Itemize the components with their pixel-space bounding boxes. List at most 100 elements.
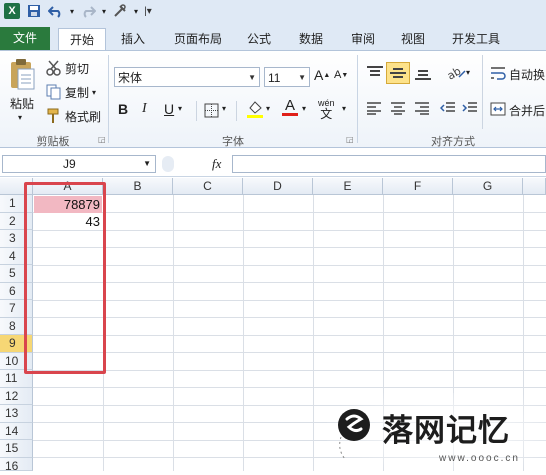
underline-dropdown-icon[interactable]: ▾: [178, 104, 182, 113]
tab-home[interactable]: 开始: [58, 28, 106, 51]
tab-data[interactable]: 数据: [288, 28, 334, 50]
tab-file[interactable]: 文件: [0, 27, 50, 50]
align-left-icon[interactable]: [366, 101, 382, 115]
row-header-15[interactable]: 15: [0, 440, 33, 458]
watermark: 落网记忆 www.oooc.cn: [327, 393, 546, 471]
group-separator: [357, 55, 358, 143]
watermark-site: www.oooc.cn: [439, 453, 520, 464]
fill-color-dropdown-icon[interactable]: ▾: [266, 104, 270, 113]
column-header-g[interactable]: G: [453, 178, 523, 195]
font-color-letter: A: [284, 97, 295, 114]
align-middle-icon[interactable]: [386, 62, 410, 84]
merge-center-button[interactable]: 合并后: [490, 101, 545, 120]
group-separator: [108, 55, 109, 143]
formula-input[interactable]: [232, 155, 546, 173]
paste-dropdown-icon[interactable]: ▾: [18, 113, 22, 122]
borders-dropdown-icon[interactable]: ▾: [222, 104, 226, 113]
save-icon[interactable]: [26, 3, 42, 19]
font-name-select[interactable]: 宋体 ▼: [114, 67, 260, 87]
phonetic-button[interactable]: wén 文: [318, 99, 335, 121]
excel-logo-icon: X: [4, 3, 20, 19]
bold-button[interactable]: B: [118, 101, 128, 117]
align-center-icon[interactable]: [390, 101, 406, 115]
borders-icon[interactable]: [204, 103, 219, 118]
align-bottom-icon[interactable]: [414, 65, 432, 81]
orientation-icon[interactable]: ab: [446, 63, 466, 81]
name-box-dropdown-icon[interactable]: ▼: [143, 156, 151, 172]
font-color-dropdown-icon[interactable]: ▾: [302, 104, 306, 113]
align-right-icon[interactable]: [414, 101, 430, 115]
row-header-14[interactable]: 14: [0, 422, 33, 440]
tab-review[interactable]: 审阅: [340, 28, 386, 50]
undo-dropdown-icon[interactable]: ▾: [64, 3, 80, 19]
column-header-b[interactable]: B: [103, 178, 173, 195]
column-header-e[interactable]: E: [313, 178, 383, 195]
copy-button[interactable]: 复制 ▾: [46, 83, 96, 101]
grid-line: [173, 195, 174, 471]
increase-indent-icon[interactable]: [462, 101, 478, 115]
font-name-dropdown-icon[interactable]: ▼: [248, 68, 256, 88]
column-header-d[interactable]: D: [243, 178, 313, 195]
grid-line: [33, 282, 546, 283]
grid-line: [33, 369, 546, 371]
fill-color-icon[interactable]: [246, 99, 264, 119]
formula-bar-splitter[interactable]: [162, 156, 174, 172]
undo-icon[interactable]: [48, 3, 64, 19]
font-size-dropdown-icon[interactable]: ▼: [298, 68, 306, 88]
underline-button[interactable]: U: [164, 101, 174, 117]
font-group-label: 字体: [222, 136, 244, 148]
name-box[interactable]: J9 ▼: [2, 155, 156, 173]
merge-center-icon: [490, 101, 506, 120]
divider: [236, 101, 237, 121]
merge-center-label: 合并后: [509, 104, 546, 118]
customize-qat-icon[interactable]: |▾: [140, 3, 156, 19]
copy-dropdown-icon[interactable]: ▾: [92, 88, 96, 97]
phonetic-dropdown-icon[interactable]: ▾: [342, 104, 346, 113]
wrap-text-button[interactable]: 自动换: [490, 65, 545, 84]
column-header-h[interactable]: [523, 178, 546, 195]
row-header-16[interactable]: 16: [0, 457, 33, 473]
format-painter-label: 格式刷: [65, 109, 102, 124]
phonetic-char-icon: 文: [320, 107, 333, 121]
grid-line: [33, 334, 546, 336]
wrap-text-icon: [490, 65, 506, 84]
grid-line: [33, 212, 546, 213]
format-painter-button[interactable]: 格式刷: [46, 107, 101, 125]
font-color-button[interactable]: A: [282, 98, 298, 116]
cut-button[interactable]: 剪切: [46, 59, 89, 77]
paste-button-label[interactable]: 粘贴: [10, 95, 38, 111]
tab-formulas[interactable]: 公式: [236, 28, 282, 50]
row-header-12[interactable]: 12: [0, 387, 33, 405]
clipboard-launcher-icon[interactable]: ◲: [98, 135, 106, 144]
redo-icon[interactable]: [80, 3, 96, 19]
font-launcher-icon[interactable]: ◲: [346, 135, 354, 144]
tab-view[interactable]: 视图: [390, 28, 436, 50]
quick-access-toolbar: X ▾ ▾ ▾ |▾: [0, 0, 546, 25]
font-size-select[interactable]: 11 ▼: [264, 67, 310, 87]
font-name-value: 宋体: [118, 71, 143, 85]
orientation-dropdown-icon[interactable]: ▾: [466, 68, 470, 77]
paste-icon[interactable]: [6, 57, 38, 93]
grid-line: [33, 299, 546, 301]
brush-icon: [46, 108, 62, 124]
align-top-icon[interactable]: [366, 65, 384, 81]
grid-line: [33, 352, 546, 353]
italic-button[interactable]: I: [142, 101, 147, 117]
tab-insert[interactable]: 插入: [110, 28, 156, 50]
divider: [482, 55, 483, 129]
grid-line: [33, 247, 546, 248]
row-header-13[interactable]: 13: [0, 405, 33, 423]
grid-line: [33, 264, 546, 266]
grid-line: [33, 317, 546, 318]
insert-function-icon[interactable]: fx: [212, 156, 221, 172]
increase-font-size-icon[interactable]: A ▲: [314, 67, 330, 83]
column-header-f[interactable]: F: [383, 178, 453, 195]
column-header-c[interactable]: C: [173, 178, 243, 195]
tools-icon[interactable]: [112, 3, 128, 19]
redo-dropdown-icon[interactable]: ▾: [96, 3, 112, 19]
decrease-font-size-icon[interactable]: A ▼: [334, 69, 348, 81]
decrease-indent-icon[interactable]: [440, 101, 456, 115]
tab-developer[interactable]: 开发工具: [442, 28, 510, 50]
grid-line: [243, 195, 244, 471]
tab-page-layout[interactable]: 页面布局: [166, 28, 230, 50]
